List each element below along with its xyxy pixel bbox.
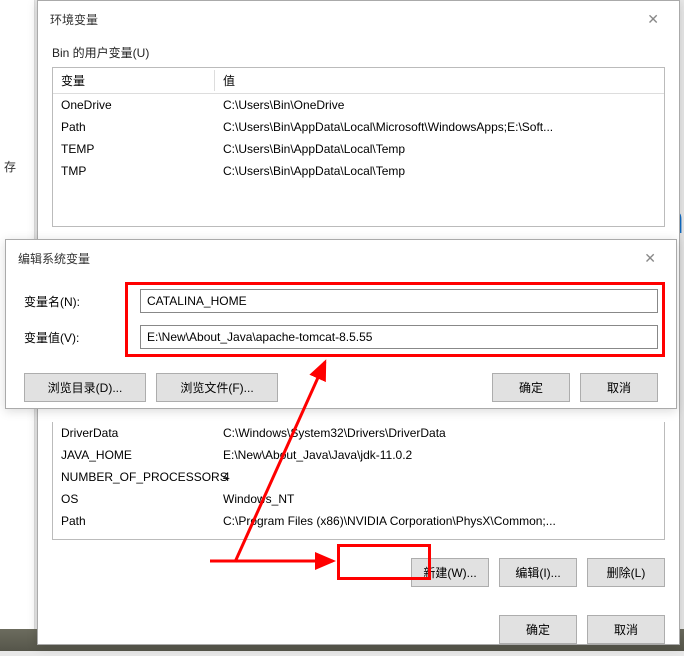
table-row[interactable]: TMPC:\Users\Bin\AppData\Local\Temp — [53, 160, 664, 182]
close-icon[interactable]: ✕ — [639, 9, 667, 30]
close-icon[interactable]: ✕ — [636, 248, 664, 269]
table-header: 变量 值 — [53, 68, 664, 94]
cell-var: NUMBER_OF_PROCESSORS — [53, 466, 215, 488]
edit-dialog-button-row: 浏览目录(D)... 浏览文件(F)... 确定 取消 — [6, 355, 676, 414]
env-dialog-footer: 确定 取消 — [38, 599, 679, 656]
col-header-var[interactable]: 变量 — [53, 68, 215, 93]
edit-dialog-titlebar: 编辑系统变量 ✕ — [6, 240, 676, 277]
cell-var: OneDrive — [53, 94, 215, 116]
browse-dir-button[interactable]: 浏览目录(D)... — [24, 373, 146, 402]
table-row[interactable]: PathC:\Program Files (x86)\NVIDIA Corpor… — [53, 510, 664, 532]
cell-val: 4 — [215, 466, 664, 488]
cell-var: TMP — [53, 160, 215, 182]
cell-var: Path — [53, 116, 215, 138]
cell-val: C:\Users\Bin\AppData\Local\Temp — [215, 160, 664, 182]
table-row[interactable]: JAVA_HOMEE:\New\About_Java\Java\jdk-11.0… — [53, 444, 664, 466]
cancel-button[interactable]: 取消 — [587, 615, 665, 644]
cell-val: C:\Users\Bin\AppData\Local\Temp — [215, 138, 664, 160]
cell-var: JAVA_HOME — [53, 444, 215, 466]
cell-var: OS — [53, 488, 215, 510]
env-dialog-title: 环境变量 — [50, 11, 98, 28]
table-row[interactable]: TEMPC:\Users\Bin\AppData\Local\Temp — [53, 138, 664, 160]
edit-cancel-button[interactable]: 取消 — [580, 373, 658, 402]
var-name-input[interactable] — [140, 289, 658, 313]
browse-file-button[interactable]: 浏览文件(F)... — [156, 373, 278, 402]
var-name-row: 变量名(N): — [6, 283, 676, 319]
col-header-val[interactable]: 值 — [215, 68, 664, 93]
cell-val: C:\Users\Bin\OneDrive — [215, 94, 664, 116]
user-vars-label: Bin 的用户变量(U) — [38, 38, 679, 67]
delete-button[interactable]: 删除(L) — [587, 558, 665, 587]
var-name-label: 变量名(N): — [24, 293, 124, 310]
table-row[interactable]: OneDriveC:\Users\Bin\OneDrive — [53, 94, 664, 116]
cell-val: C:\Users\Bin\AppData\Local\Microsoft\Win… — [215, 116, 664, 138]
edit-dialog-title: 编辑系统变量 — [18, 250, 90, 267]
var-value-label: 变量值(V): — [24, 329, 124, 346]
table-row[interactable]: PathC:\Users\Bin\AppData\Local\Microsoft… — [53, 116, 664, 138]
ok-button[interactable]: 确定 — [499, 615, 577, 644]
cell-val: C:\Program Files (x86)\NVIDIA Corporatio… — [215, 510, 664, 532]
edit-ok-button[interactable]: 确定 — [492, 373, 570, 402]
var-value-input[interactable] — [140, 325, 658, 349]
user-vars-table[interactable]: 变量 值 OneDriveC:\Users\Bin\OneDrivePathC:… — [52, 67, 665, 227]
table-row[interactable]: NUMBER_OF_PROCESSORS4 — [53, 466, 664, 488]
new-button[interactable]: 新建(W)... — [411, 558, 489, 587]
cell-val: E:\New\About_Java\Java\jdk-11.0.2 — [215, 444, 664, 466]
edit-sys-var-dialog: 编辑系统变量 ✕ 变量名(N): 变量值(V): 浏览目录(D)... 浏览文件… — [5, 239, 677, 409]
cell-val: Windows_NT — [215, 488, 664, 510]
cell-var: DriverData — [53, 422, 215, 444]
cell-val: C:\Windows\System32\Drivers\DriverData — [215, 422, 664, 444]
edit-button[interactable]: 编辑(I)... — [499, 558, 577, 587]
sys-vars-button-row: 新建(W)... 编辑(I)... 删除(L) — [38, 550, 679, 599]
var-value-row: 变量值(V): — [6, 319, 676, 355]
table-row[interactable]: DriverDataC:\Windows\System32\Drivers\Dr… — [53, 422, 664, 444]
background-text-save: 存 — [4, 158, 16, 175]
table-row[interactable]: OSWindows_NT — [53, 488, 664, 510]
env-dialog-titlebar: 环境变量 ✕ — [38, 1, 679, 38]
cell-var: TEMP — [53, 138, 215, 160]
sys-vars-table[interactable]: DriverDataC:\Windows\System32\Drivers\Dr… — [52, 422, 665, 540]
cell-var: Path — [53, 510, 215, 532]
